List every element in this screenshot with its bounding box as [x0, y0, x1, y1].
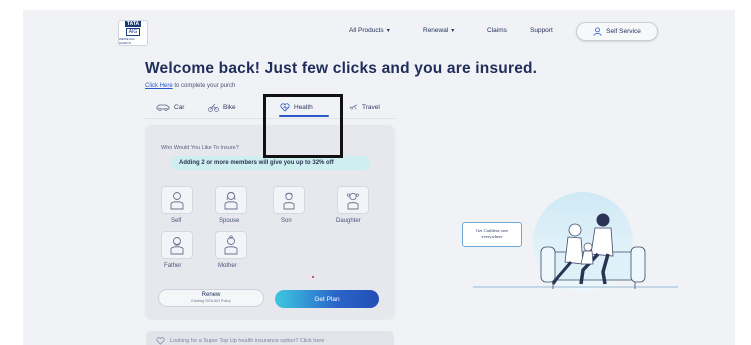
self-icon: [170, 192, 184, 210]
renew-button[interactable]: Renew Existing TATA AIG Policy: [158, 289, 264, 307]
car-icon: [156, 104, 170, 111]
tab-car[interactable]: Car: [156, 103, 184, 111]
bike-icon: [208, 103, 219, 112]
travel-icon: [349, 104, 358, 111]
member-son-button[interactable]: [273, 186, 305, 214]
renew-sublabel: Existing TATA AIG Policy: [191, 299, 231, 303]
get-plan-button[interactable]: Get Plan: [275, 290, 379, 308]
click-here-link[interactable]: Click Here: [145, 83, 173, 89]
self-service-button[interactable]: Self Service: [576, 22, 658, 41]
nav-support-label: Support: [530, 27, 553, 34]
resume-purchase-text: Click Here to complete your purch: [145, 83, 235, 89]
tata-aig-logo[interactable]: TATA AIG WE'RE AIG ALWAYS: [118, 20, 148, 46]
tab-car-label: Car: [174, 103, 185, 111]
member-father-button[interactable]: [161, 231, 193, 259]
chevron-down-icon: ▾: [451, 28, 455, 34]
member-spouse-button[interactable]: [215, 186, 247, 214]
renew-label: Renew: [201, 292, 221, 298]
bubble-line2: everywhere: [481, 234, 503, 239]
tab-bike[interactable]: Bike: [208, 103, 236, 112]
discount-promo-banner: Adding 2 or more members will give you u…: [171, 156, 371, 170]
nav-claims-label: Claims: [487, 27, 507, 34]
member-son-label: Son: [281, 218, 292, 224]
resume-purchase-rest: to complete your purch: [172, 83, 236, 89]
member-mother-button[interactable]: [215, 231, 247, 259]
member-daughter-label: Daughter: [336, 218, 361, 224]
nav-all-products-label: All Products: [349, 27, 384, 34]
member-father-label: Father: [164, 263, 182, 269]
super-top-up-card[interactable]: Looking for a Super Top Up health insura…: [146, 331, 394, 345]
nav-all-products[interactable]: All Products ▾: [349, 27, 390, 34]
member-mother-label: Mother: [218, 263, 237, 269]
discount-promo-text: Adding 2 or more members will give you u…: [179, 160, 334, 166]
son-icon: [283, 192, 295, 210]
focus-highlight-box: [263, 94, 343, 158]
spouse-icon: [224, 191, 238, 210]
tab-travel[interactable]: Travel: [349, 103, 380, 112]
nav-renewal[interactable]: Renewal ▾: [423, 27, 454, 34]
member-self-button[interactable]: [161, 186, 193, 214]
nav-renewal-label: Renewal: [423, 27, 449, 34]
user-icon: [593, 27, 602, 36]
mother-icon: [224, 235, 238, 255]
cursor-dot: [312, 276, 314, 278]
page-title: Welcome back! Just few clicks and you ar…: [145, 60, 538, 77]
father-icon: [170, 237, 184, 255]
logo-line2: AIG: [125, 28, 141, 36]
insure-question: Who Would You Like To Insure?: [161, 145, 239, 151]
page-background: TATA AIG WE'RE AIG ALWAYS All Products ▾…: [23, 10, 735, 345]
nav-claims[interactable]: Claims: [487, 27, 507, 34]
tab-travel-label: Travel: [362, 104, 380, 111]
chevron-down-icon: ▾: [386, 28, 390, 34]
logo-line3: WE'RE AIG ALWAYS: [119, 37, 135, 45]
logo-line1: TATA: [124, 21, 142, 27]
health-icon: [156, 337, 165, 345]
super-top-up-text: Looking for a Super Top Up health insura…: [170, 338, 325, 344]
tab-bike-label: Bike: [223, 104, 236, 111]
get-plan-label: Get Plan: [314, 295, 340, 303]
nav-support[interactable]: Support: [530, 27, 553, 34]
daughter-icon: [346, 192, 360, 210]
member-spouse-label: Spouse: [219, 218, 240, 224]
cashless-care-bubble: Get Cashless care everywhere: [462, 222, 522, 247]
member-self-label: Self: [171, 218, 182, 224]
family-illustration: [473, 192, 678, 292]
member-daughter-button[interactable]: [337, 186, 369, 214]
self-service-label: Self Service: [606, 28, 641, 35]
